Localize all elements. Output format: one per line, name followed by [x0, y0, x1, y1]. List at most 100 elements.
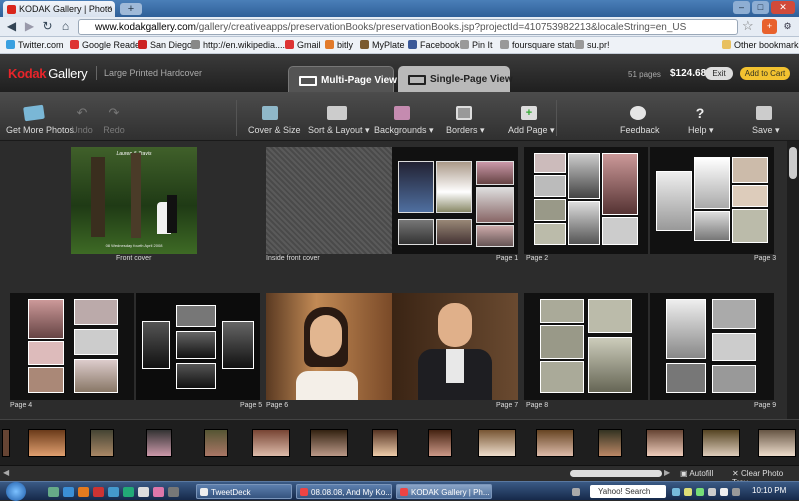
bookmark-gmail[interactable]: Gmail: [285, 40, 321, 50]
taskbar-tweetdeck[interactable]: TweetDeck: [196, 484, 292, 499]
app-icon[interactable]: [123, 487, 134, 497]
borders-button[interactable]: Borders ▾: [446, 106, 485, 136]
forward-icon[interactable]: ▶: [22, 19, 37, 34]
app-icon[interactable]: [153, 487, 164, 497]
save-button[interactable]: Save ▾: [752, 106, 780, 136]
tray-photo[interactable]: [310, 429, 348, 457]
taskbar-blog[interactable]: 08.08.08, And My Ko...: [296, 484, 392, 499]
bookmark-san-diego[interactable]: San Diego: [138, 40, 192, 50]
wikipedia-icon: [191, 40, 200, 49]
redo-button[interactable]: ↷ Redo: [102, 106, 126, 136]
autofill-button[interactable]: ▣ Autofill: [680, 469, 713, 478]
backgrounds-button[interactable]: Backgrounds ▾: [374, 106, 434, 136]
header-divider: [96, 66, 97, 80]
sort-layout-button[interactable]: Sort & Layout ▾: [308, 106, 370, 136]
bookmark-google-reader[interactable]: Google Reader: [70, 40, 143, 50]
app-icon[interactable]: [168, 487, 179, 497]
page-4[interactable]: [10, 293, 134, 400]
scroll-right-icon[interactable]: ▶: [664, 468, 670, 477]
tray-icon[interactable]: [696, 488, 704, 496]
maximize-icon[interactable]: □: [752, 1, 769, 14]
tray-photo[interactable]: [252, 429, 290, 457]
vertical-scrollbar[interactable]: [787, 141, 799, 419]
bookmark-twitter[interactable]: Twitter.com: [6, 40, 64, 50]
app-icon[interactable]: [138, 487, 149, 497]
bookmark-bitly[interactable]: bitly: [325, 40, 353, 50]
page-5[interactable]: [136, 293, 260, 400]
tray-photo[interactable]: [204, 429, 228, 457]
get-more-photos-button[interactable]: Get More Photos: [6, 104, 74, 135]
tab-multi-page-view[interactable]: Multi-Page View: [288, 66, 397, 92]
network-icon[interactable]: [708, 488, 716, 496]
tray-icon[interactable]: [572, 488, 580, 496]
tray-photo[interactable]: [536, 429, 574, 457]
page-3[interactable]: [650, 147, 774, 254]
bookmark-wikipedia[interactable]: http://en.wikipedia....: [191, 40, 285, 50]
minimize-icon[interactable]: –: [733, 1, 750, 14]
close-window-icon[interactable]: ✕: [771, 1, 795, 14]
firefox-icon[interactable]: [78, 487, 89, 497]
feedback-button[interactable]: Feedback: [620, 106, 660, 135]
tab-single-page-view[interactable]: Single-Page View: [398, 66, 513, 92]
tray-photo[interactable]: [146, 429, 172, 457]
start-button[interactable]: [6, 482, 26, 501]
tray-icon[interactable]: [684, 488, 692, 496]
tray-photo[interactable]: [646, 429, 684, 457]
speech-bubble-icon: [630, 106, 646, 120]
exit-button[interactable]: Exit: [705, 67, 733, 80]
bookmark-pinit[interactable]: Pin It: [460, 40, 493, 50]
bookmark-facebook[interactable]: Facebook: [408, 40, 460, 50]
scroll-left-icon[interactable]: ◀: [3, 468, 9, 477]
app-icon[interactable]: [93, 487, 104, 497]
tray-photo[interactable]: [758, 429, 796, 457]
app-icon[interactable]: [108, 487, 119, 497]
page-1[interactable]: [392, 147, 518, 254]
add-page-button[interactable]: + Add Page ▾: [508, 106, 555, 136]
scroll-thumb[interactable]: [789, 147, 797, 179]
new-tab-button[interactable]: +: [120, 3, 142, 15]
address-bar[interactable]: www.kodakgallery.com/gallery/creativeapp…: [78, 19, 738, 35]
browser-tab[interactable]: KODAK Gallery | Photo Boo ×: [3, 1, 115, 17]
tray-photo[interactable]: [2, 429, 10, 457]
back-icon[interactable]: ◀: [4, 19, 19, 34]
help-button[interactable]: ? Help ▾: [688, 106, 714, 136]
volume-icon[interactable]: [720, 488, 728, 496]
add-to-cart-button[interactable]: Add to Cart: [740, 67, 790, 80]
tray-photo[interactable]: [28, 429, 66, 457]
bookmark-supr[interactable]: su.pr!: [575, 40, 610, 50]
clock[interactable]: 10:10 PM: [752, 486, 786, 495]
page-2[interactable]: [524, 147, 648, 254]
ie-icon[interactable]: [63, 487, 74, 497]
tray-photo[interactable]: [598, 429, 622, 457]
cover-size-button[interactable]: Cover & Size: [248, 106, 301, 135]
tray-icon[interactable]: [672, 488, 680, 496]
desktop-icon[interactable]: [48, 487, 59, 497]
close-tab-icon[interactable]: ×: [107, 3, 112, 13]
tray-photo[interactable]: [428, 429, 452, 457]
tray-photo[interactable]: [478, 429, 516, 457]
bookmark-star-icon[interactable]: ☆: [742, 18, 754, 34]
tray-icon[interactable]: [732, 488, 740, 496]
tray-photo[interactable]: [90, 429, 114, 457]
front-cover-page[interactable]: Lauren & Travis 08 Wednesday fourth Apri…: [71, 147, 197, 254]
kodak-logo[interactable]: Kodak Gallery: [8, 66, 88, 81]
bookmark-foursquare[interactable]: foursquare status: [500, 40, 582, 50]
page-7[interactable]: [392, 293, 518, 400]
folder-icon: [722, 40, 731, 49]
page-9[interactable]: [650, 293, 774, 400]
tray-photo[interactable]: [702, 429, 740, 457]
inside-front-cover-page[interactable]: [266, 147, 392, 254]
page-8[interactable]: [524, 293, 648, 400]
bookmark-myplate[interactable]: MyPlate: [360, 40, 405, 50]
extension-icon[interactable]: +: [762, 19, 777, 34]
reload-icon[interactable]: ↻: [40, 19, 55, 34]
page-6[interactable]: [266, 293, 392, 400]
wrench-icon[interactable]: ⚙: [780, 19, 795, 34]
taskbar-kodak[interactable]: KODAK Gallery | Ph...: [396, 484, 492, 499]
undo-button[interactable]: ↶ Undo: [70, 106, 94, 136]
tray-scrollbar[interactable]: [570, 470, 662, 477]
tray-photo[interactable]: [372, 429, 398, 457]
other-bookmarks[interactable]: Other bookmarks: [722, 40, 799, 50]
home-icon[interactable]: ⌂: [58, 19, 73, 34]
yahoo-search-box[interactable]: Yahoo! Search: [590, 485, 666, 498]
